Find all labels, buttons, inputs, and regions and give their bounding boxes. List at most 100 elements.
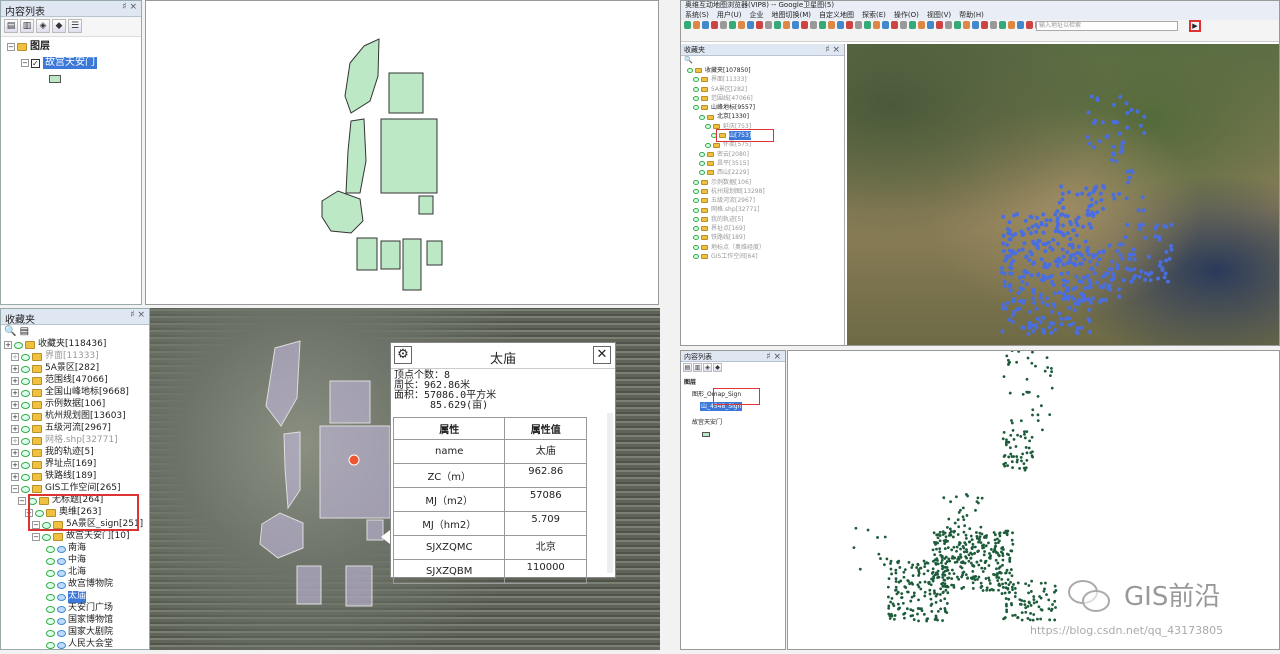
ovital-tree-item[interactable]: 密云[2080]: [687, 150, 844, 159]
peak-point[interactable]: [1010, 460, 1014, 464]
peak-marker[interactable]: [1081, 298, 1086, 303]
peak-marker[interactable]: [1085, 208, 1090, 213]
peak-point[interactable]: [962, 570, 966, 574]
peak-point[interactable]: [910, 581, 914, 585]
favorites-item[interactable]: 北海: [4, 567, 146, 579]
peak-marker[interactable]: [1029, 273, 1034, 278]
toolbar-tool-icon[interactable]: [810, 21, 817, 29]
peak-marker[interactable]: [1139, 269, 1144, 274]
toolbar-tool-icon[interactable]: [738, 21, 745, 29]
visibility-eye-icon[interactable]: [21, 473, 30, 481]
peak-point[interactable]: [953, 521, 957, 525]
visibility-eye-icon[interactable]: [699, 170, 705, 176]
toolbar-tool-icon[interactable]: [819, 21, 826, 29]
peak-marker[interactable]: [1110, 259, 1115, 264]
visibility-eye-icon[interactable]: [693, 216, 699, 222]
peak-point[interactable]: [1050, 367, 1053, 370]
visibility-eye-icon[interactable]: [46, 569, 55, 577]
peak-marker[interactable]: [1022, 269, 1027, 274]
peak-point[interactable]: [980, 496, 984, 500]
peak-marker[interactable]: [1044, 296, 1049, 301]
peak-marker[interactable]: [1131, 276, 1136, 281]
peak-marker[interactable]: [1010, 319, 1015, 324]
peak-point[interactable]: [1050, 370, 1054, 374]
peak-marker[interactable]: [1142, 277, 1147, 282]
peak-point[interactable]: [1008, 446, 1012, 450]
peak-point[interactable]: [931, 577, 935, 581]
peak-point[interactable]: [985, 534, 988, 537]
peak-marker[interactable]: [1113, 120, 1118, 125]
peak-point[interactable]: [961, 506, 965, 510]
overlay-dahuitang[interactable]: [296, 565, 322, 605]
peak-point[interactable]: [1007, 440, 1011, 444]
peak-marker[interactable]: [1070, 253, 1075, 258]
peak-point[interactable]: [1002, 531, 1006, 535]
peak-point[interactable]: [960, 561, 964, 564]
peak-marker[interactable]: [1088, 285, 1093, 290]
peak-marker[interactable]: [1007, 220, 1012, 225]
toolbar-tool-icon[interactable]: [711, 21, 718, 29]
peak-point[interactable]: [995, 573, 999, 577]
visibility-eye-icon[interactable]: [21, 365, 30, 373]
peak-marker[interactable]: [1034, 229, 1039, 234]
menu-item[interactable]: 操作(O): [894, 10, 919, 20]
peak-point[interactable]: [1032, 595, 1036, 598]
map-canvas-polygons[interactable]: [145, 0, 659, 305]
peak-point[interactable]: [1031, 413, 1034, 417]
overlay-nanhai[interactable]: [259, 512, 304, 559]
peak-point[interactable]: [1045, 356, 1049, 360]
peak-point[interactable]: [957, 525, 961, 529]
menu-item[interactable]: 地图切换(M): [772, 10, 812, 20]
peak-marker[interactable]: [1129, 279, 1134, 284]
toolbar-tool-icon[interactable]: [693, 21, 700, 29]
peak-marker[interactable]: [1158, 260, 1163, 265]
peak-marker[interactable]: [1142, 235, 1147, 240]
peak-point[interactable]: [1014, 591, 1017, 595]
peak-point[interactable]: [941, 591, 945, 595]
list-by-drawing-order-icon[interactable]: ▤: [683, 363, 692, 372]
polygon-jingshan[interactable]: [388, 72, 424, 114]
peak-point[interactable]: [894, 585, 898, 589]
peak-point[interactable]: [962, 550, 966, 554]
toolbar-tool-icon[interactable]: [900, 21, 907, 29]
peak-point[interactable]: [948, 531, 952, 535]
peak-marker[interactable]: [1121, 278, 1126, 283]
peak-point[interactable]: [1004, 597, 1008, 600]
peak-marker[interactable]: [1095, 96, 1100, 101]
peak-marker[interactable]: [1009, 261, 1014, 266]
peak-point[interactable]: [887, 612, 891, 616]
visibility-eye-icon[interactable]: [693, 207, 699, 213]
peak-point[interactable]: [1008, 360, 1012, 364]
peak-marker[interactable]: [1003, 306, 1008, 311]
peak-marker[interactable]: [1006, 317, 1011, 322]
peak-marker[interactable]: [1065, 261, 1070, 266]
peak-point[interactable]: [1005, 354, 1009, 358]
visibility-eye-icon[interactable]: [46, 617, 55, 625]
peak-marker[interactable]: [1142, 130, 1147, 135]
peak-marker[interactable]: [1050, 309, 1055, 314]
expand-icon[interactable]: +: [11, 353, 19, 361]
peak-point[interactable]: [916, 612, 919, 616]
peak-point[interactable]: [933, 592, 936, 595]
peak-point[interactable]: [1026, 356, 1030, 360]
peak-marker[interactable]: [1074, 250, 1079, 255]
peak-point[interactable]: [946, 576, 950, 580]
peak-point[interactable]: [993, 548, 996, 552]
peak-marker[interactable]: [1066, 297, 1071, 302]
peak-point[interactable]: [1034, 364, 1037, 368]
peak-marker[interactable]: [1060, 247, 1065, 252]
peak-point[interactable]: [1054, 606, 1057, 609]
peak-point[interactable]: [994, 541, 998, 545]
peak-marker[interactable]: [1055, 263, 1060, 268]
peak-point[interactable]: [933, 540, 936, 544]
peak-point[interactable]: [918, 607, 922, 611]
peak-marker[interactable]: [1075, 192, 1080, 197]
peak-point[interactable]: [1000, 546, 1003, 550]
peak-point[interactable]: [1009, 549, 1013, 553]
peak-point[interactable]: [983, 561, 987, 565]
peak-marker[interactable]: [1163, 271, 1168, 276]
peak-point[interactable]: [973, 551, 977, 555]
peak-point[interactable]: [950, 548, 954, 552]
peak-point[interactable]: [939, 599, 943, 602]
peak-point[interactable]: [987, 541, 990, 545]
